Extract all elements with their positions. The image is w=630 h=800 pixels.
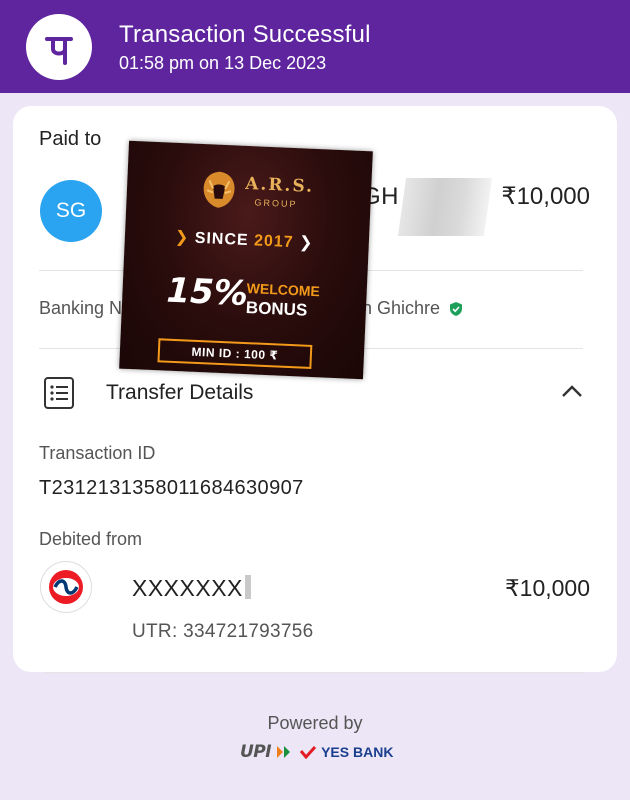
transaction-id-label: Transaction ID — [39, 443, 156, 463]
account-number: XXXXXXX — [132, 575, 243, 601]
phonepe-logo — [26, 14, 92, 80]
lion-logo-icon — [203, 171, 235, 208]
redaction-bar — [245, 575, 251, 599]
upi-logo: UPI — [240, 742, 272, 762]
paid-amount: ₹10,000 — [501, 183, 590, 210]
ad-welcome: WELCOME — [246, 280, 321, 300]
yes-bank-logo: YES BANK — [321, 744, 394, 760]
upi-arrow-icon — [277, 746, 291, 758]
promo-overlay[interactable]: A.R.S. GROUP ❯ SINCE 2017 ❯ 15% WELCOME … — [119, 140, 373, 380]
transaction-id-value[interactable]: T2312131358011684630907 — [39, 477, 304, 500]
ad-bonus: BONUS — [245, 298, 308, 320]
ad-group: GROUP — [254, 197, 298, 210]
header-timestamp: 01:58 pm on 13 Dec 2023 — [119, 53, 327, 73]
partner-logos: UPI YES BANK — [240, 742, 393, 762]
ad-since-text: SINCE — [194, 229, 249, 250]
status-header: Transaction Successful 01:58 pm on 13 De… — [0, 0, 630, 93]
header-title: Transaction Successful — [119, 21, 371, 48]
divider — [45, 672, 585, 673]
transfer-details-title[interactable]: Transfer Details — [106, 381, 253, 405]
utr-number[interactable]: UTR: 334721793756 — [132, 621, 314, 643]
avatar: SG — [40, 180, 102, 242]
redaction-blur — [397, 178, 493, 236]
paid-to-label: Paid to — [39, 128, 102, 150]
yes-bank-check-icon — [299, 745, 317, 759]
banking-name: n Ghichre — [362, 298, 464, 319]
phonepe-glyph-icon — [45, 37, 73, 65]
ad-year: 2017 — [253, 232, 294, 252]
chevron-up-icon[interactable] — [560, 383, 584, 399]
debited-amount: ₹10,000 — [505, 575, 590, 601]
ad-percent: 15% — [165, 270, 249, 315]
debited-from-label: Debited from — [39, 529, 143, 549]
ad-brand: A.R.S. — [244, 173, 315, 197]
ad-since: ❯ SINCE 2017 ❯ — [174, 228, 314, 252]
bank-logo-icon — [49, 570, 83, 604]
banking-name-text: n Ghichre — [362, 298, 441, 318]
kotak-bank-logo — [40, 561, 92, 613]
powered-by-label: Powered by — [267, 713, 363, 733]
verified-shield-icon — [450, 301, 463, 316]
ad-min-id: MIN ID : 100 ₹ — [157, 338, 313, 369]
document-list-icon — [44, 377, 74, 409]
